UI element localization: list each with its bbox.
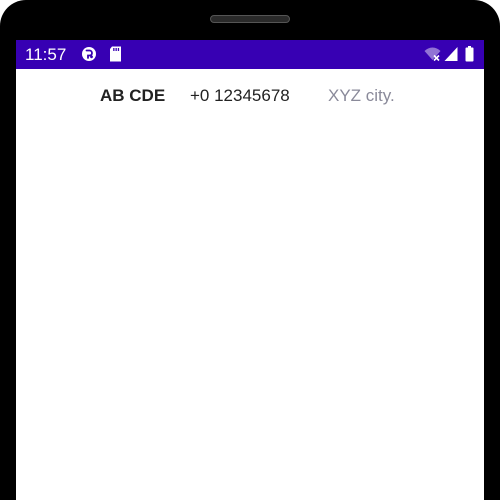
battery-icon — [465, 46, 474, 62]
device-screenshot: 11:57 AB CDE +0 12345678 XYZ city. — [0, 0, 500, 500]
status-bar: 11:57 — [16, 40, 484, 69]
app-screen: 11:57 AB CDE +0 12345678 XYZ city. — [16, 40, 484, 500]
cell-signal-icon — [444, 46, 458, 62]
app-notification-icon — [81, 46, 97, 62]
sd-card-icon — [109, 46, 122, 62]
contact-name: AB CDE — [100, 86, 166, 105]
status-time: 11:57 — [25, 45, 67, 64]
contact-phone: +0 12345678 — [190, 86, 290, 105]
wifi-off-icon — [424, 46, 441, 62]
earpiece-speaker — [210, 15, 290, 23]
phone-frame: 11:57 AB CDE +0 12345678 XYZ city. — [0, 0, 500, 500]
contact-city: XYZ city. — [328, 86, 395, 105]
contact-row: AB CDE +0 12345678 XYZ city. — [16, 85, 484, 109]
